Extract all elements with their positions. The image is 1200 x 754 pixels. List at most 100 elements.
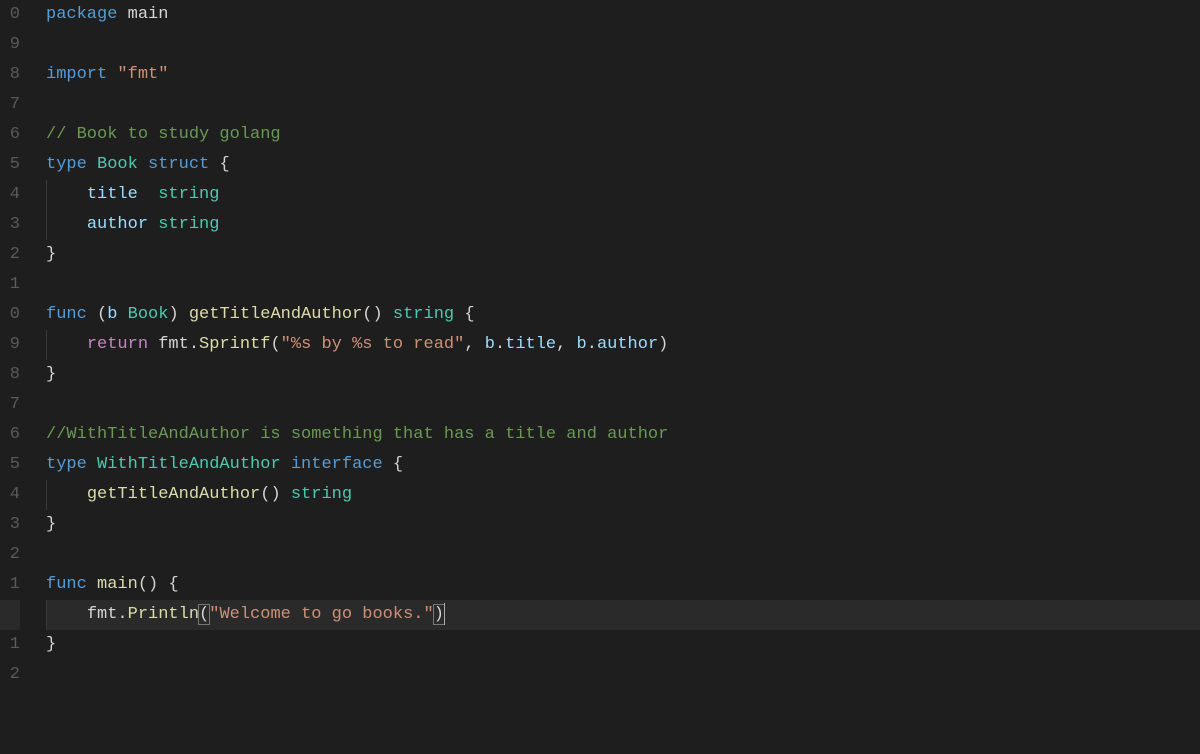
line-number: 7 bbox=[0, 90, 20, 120]
brace-open: { bbox=[219, 155, 229, 174]
var-ref: b bbox=[485, 335, 495, 354]
field-name: author bbox=[87, 215, 148, 234]
string-literal: "%s by %s to read" bbox=[281, 335, 465, 354]
parens: () bbox=[362, 305, 382, 324]
function-name: main bbox=[97, 575, 138, 594]
indent-guide bbox=[46, 180, 47, 210]
package-ref: fmt bbox=[158, 335, 189, 354]
code-line[interactable]: getTitleAndAuthor() string bbox=[46, 480, 1200, 510]
line-number: 9 bbox=[0, 330, 20, 360]
dot: . bbox=[117, 605, 127, 624]
keyword-interface: interface bbox=[291, 455, 383, 474]
paren-close: ) bbox=[168, 305, 178, 324]
string-literal: "Welcome to go books." bbox=[209, 605, 433, 624]
line-number: 0 bbox=[0, 300, 20, 330]
code-line[interactable] bbox=[46, 390, 1200, 420]
line-number: 3 bbox=[0, 510, 20, 540]
type-string: string bbox=[158, 215, 219, 234]
code-line[interactable]: author string bbox=[46, 210, 1200, 240]
line-number: 1 bbox=[0, 630, 20, 660]
comma: , bbox=[464, 335, 474, 354]
keyword-import: import bbox=[46, 65, 107, 84]
code-line-current[interactable]: fmt.Println("Welcome to go books.") bbox=[46, 600, 1200, 630]
brace-close: } bbox=[46, 515, 56, 534]
code-line[interactable]: type Book struct { bbox=[46, 150, 1200, 180]
receiver-type: Book bbox=[128, 305, 169, 324]
field-access: title bbox=[505, 335, 556, 354]
brace-close: } bbox=[46, 365, 56, 384]
type-string: string bbox=[158, 185, 219, 204]
code-line[interactable]: } bbox=[46, 510, 1200, 540]
code-line[interactable]: //WithTitleAndAuthor is something that h… bbox=[46, 420, 1200, 450]
code-area[interactable]: package main import "fmt" // Book to stu… bbox=[28, 0, 1200, 754]
code-line[interactable]: package main bbox=[46, 0, 1200, 30]
line-number: 2 bbox=[0, 660, 20, 690]
indent-guide bbox=[46, 480, 47, 510]
parens: () bbox=[260, 485, 280, 504]
code-line[interactable] bbox=[46, 660, 1200, 690]
receiver-var: b bbox=[107, 305, 117, 324]
comment: // Book to study golang bbox=[46, 125, 281, 144]
code-line[interactable]: } bbox=[46, 240, 1200, 270]
keyword-struct: struct bbox=[148, 155, 209, 174]
line-number: 1 bbox=[0, 270, 20, 300]
keyword-func: func bbox=[46, 305, 87, 324]
method-name: getTitleAndAuthor bbox=[87, 485, 260, 504]
line-number: 4 bbox=[0, 180, 20, 210]
parens: () bbox=[138, 575, 158, 594]
comment: //WithTitleAndAuthor is something that h… bbox=[46, 425, 668, 444]
field-access: author bbox=[597, 335, 658, 354]
brace-close: } bbox=[46, 635, 56, 654]
code-line[interactable]: return fmt. Sprintf("%s by %s to read", b… bbox=[46, 330, 1200, 360]
indent-guide bbox=[46, 600, 47, 630]
brace-open: { bbox=[168, 575, 178, 594]
line-number: 5 bbox=[0, 450, 20, 480]
code-editor[interactable]: 0 9 8 7 6 5 4 3 2 1 0 9 8 7 6 5 4 3 2 1 … bbox=[0, 0, 1200, 754]
indent-guide bbox=[46, 210, 47, 240]
keyword-return: return bbox=[87, 335, 148, 354]
line-number: 9 bbox=[0, 30, 20, 60]
var-ref: b bbox=[577, 335, 587, 354]
code-line[interactable] bbox=[46, 90, 1200, 120]
keyword-func: func bbox=[46, 575, 87, 594]
line-number: 8 bbox=[0, 60, 20, 90]
package-ref: fmt bbox=[87, 605, 118, 624]
line-number: 0 bbox=[0, 0, 20, 30]
code-line[interactable]: func (b Book) getTitleAndAuthor() string… bbox=[46, 300, 1200, 330]
return-type: string bbox=[393, 305, 454, 324]
code-line[interactable]: title string bbox=[46, 180, 1200, 210]
text-cursor bbox=[444, 603, 445, 625]
type-name: WithTitleAndAuthor bbox=[97, 455, 281, 474]
code-line[interactable]: import "fmt" bbox=[46, 60, 1200, 90]
code-line[interactable]: func main() { bbox=[46, 570, 1200, 600]
code-line[interactable]: } bbox=[46, 360, 1200, 390]
paren-open: ( bbox=[270, 335, 280, 354]
brace-open: { bbox=[393, 455, 403, 474]
function-call: Sprintf bbox=[199, 335, 270, 354]
paren-open: ( bbox=[97, 305, 107, 324]
line-number: 2 bbox=[0, 240, 20, 270]
line-number: 4 bbox=[0, 480, 20, 510]
code-line[interactable] bbox=[46, 540, 1200, 570]
line-number: 7 bbox=[0, 390, 20, 420]
code-line[interactable]: type WithTitleAndAuthor interface { bbox=[46, 450, 1200, 480]
line-number-gutter: 0 9 8 7 6 5 4 3 2 1 0 9 8 7 6 5 4 3 2 1 … bbox=[0, 0, 28, 754]
line-number: 8 bbox=[0, 360, 20, 390]
line-number bbox=[0, 600, 20, 630]
code-line[interactable]: } bbox=[46, 630, 1200, 660]
function-call: Println bbox=[128, 605, 199, 624]
code-line[interactable] bbox=[46, 30, 1200, 60]
string-literal: "fmt" bbox=[117, 65, 168, 84]
return-type: string bbox=[291, 485, 352, 504]
dot: . bbox=[587, 335, 597, 354]
field-name: title bbox=[87, 185, 138, 204]
paren-close: ) bbox=[658, 335, 668, 354]
keyword-package: package bbox=[46, 5, 117, 24]
line-number: 3 bbox=[0, 210, 20, 240]
line-number: 2 bbox=[0, 540, 20, 570]
code-line[interactable] bbox=[46, 270, 1200, 300]
code-line[interactable]: // Book to study golang bbox=[46, 120, 1200, 150]
brace-open: { bbox=[464, 305, 474, 324]
type-name: Book bbox=[97, 155, 138, 174]
line-number: 5 bbox=[0, 150, 20, 180]
